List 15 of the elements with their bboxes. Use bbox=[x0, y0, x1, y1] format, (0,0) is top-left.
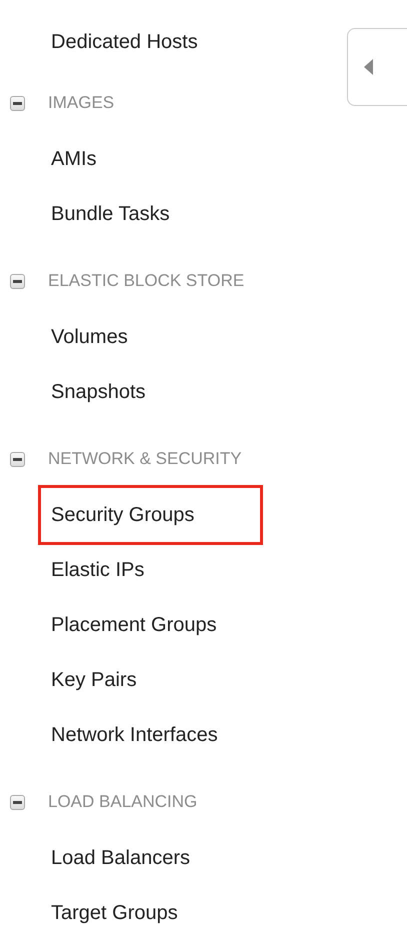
collapse-button[interactable] bbox=[10, 794, 25, 810]
minus-icon bbox=[13, 280, 22, 282]
minus-icon bbox=[13, 102, 22, 104]
collapse-button[interactable] bbox=[10, 452, 25, 466]
sidebar-link[interactable]: Dedicated Hosts bbox=[38, 12, 211, 72]
collapse-button[interactable] bbox=[10, 96, 25, 110]
left-triangle-icon bbox=[364, 59, 373, 75]
minus-icon bbox=[13, 458, 22, 460]
sidebar-link[interactable]: Security Groups bbox=[38, 484, 264, 544]
section-title: ELASTIC BLOCK STORE bbox=[48, 270, 244, 292]
section-title: IMAGES bbox=[48, 92, 114, 114]
minus-icon bbox=[13, 800, 22, 804]
collapse-button[interactable] bbox=[10, 274, 25, 288]
section-title: NETWORK & SECURITY bbox=[48, 448, 242, 470]
section-title: LOAD BALANCING bbox=[48, 791, 198, 814]
